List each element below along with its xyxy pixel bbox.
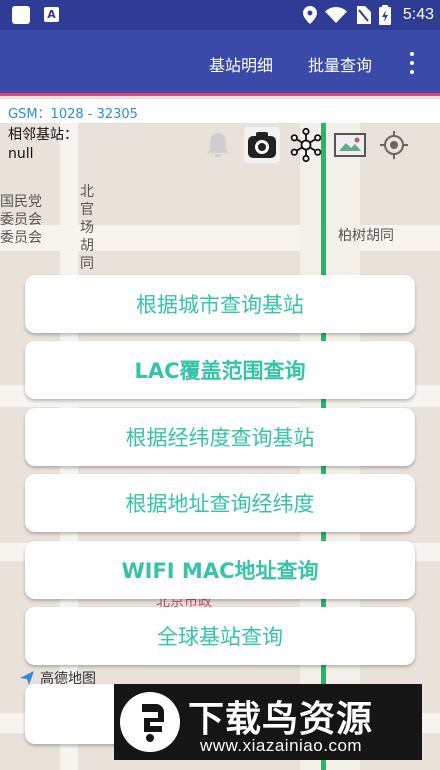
- menu-city-station-query[interactable]: 根据城市查询基站: [25, 275, 415, 333]
- battery-charging-icon: [378, 5, 391, 25]
- bell-icon[interactable]: [200, 127, 236, 163]
- map-street-label: 北官场胡同: [80, 184, 94, 272]
- system-icons: 5:43: [302, 0, 434, 30]
- camera-icon[interactable]: [244, 127, 280, 163]
- menu-wifi-mac-query[interactable]: WIFI MAC地址查询: [25, 541, 415, 599]
- gsm-info-strip: GSM：1028 - 32305: [0, 99, 440, 123]
- menu-global-station-query[interactable]: 全球基站查询: [25, 607, 415, 665]
- map-street-label: 柏树胡同: [338, 228, 394, 244]
- network-hub-icon[interactable]: [288, 127, 324, 163]
- gsm-range-text: GSM：1028 - 32305: [8, 107, 138, 122]
- locate-me-icon[interactable]: [376, 127, 412, 163]
- watermark-url: www.xiazainiao.com: [200, 736, 363, 755]
- notification-square-icon: [12, 6, 30, 24]
- wifi-icon: [324, 7, 347, 23]
- bird-logo-icon: [120, 692, 180, 752]
- batch-query-button[interactable]: 批量查询: [308, 52, 372, 76]
- map-layer-icon[interactable]: [332, 127, 368, 163]
- more-options-icon[interactable]: [404, 50, 420, 76]
- neighbor-station-info: 相邻基站： null: [8, 126, 78, 164]
- menu-lac-coverage-query[interactable]: LAC覆盖范围查询: [25, 341, 415, 399]
- watermark: 下载鸟资源 www.xiazainiao.com: [114, 684, 422, 760]
- watermark-title: 下载鸟资源: [188, 699, 374, 740]
- status-bar: A 5:43: [0, 0, 440, 30]
- menu-latlng-station-query[interactable]: 根据经纬度查询基站: [25, 408, 415, 466]
- no-sim-icon: [356, 6, 371, 24]
- map-toolbar: [200, 127, 412, 163]
- neighbor-station-label: 相邻基站：: [8, 127, 78, 143]
- clock: 5:43: [402, 6, 434, 23]
- location-icon: [302, 6, 317, 24]
- neighbor-station-value: null: [8, 146, 34, 162]
- menu-address-latlng-query[interactable]: 根据地址查询经纬度: [25, 474, 415, 532]
- app-bar: 基站明细 批量查询: [0, 30, 440, 96]
- map-street-label: 国民党委员会委员会: [0, 194, 42, 246]
- a-badge-icon: A: [44, 7, 59, 22]
- station-detail-button[interactable]: 基站明细: [209, 52, 273, 76]
